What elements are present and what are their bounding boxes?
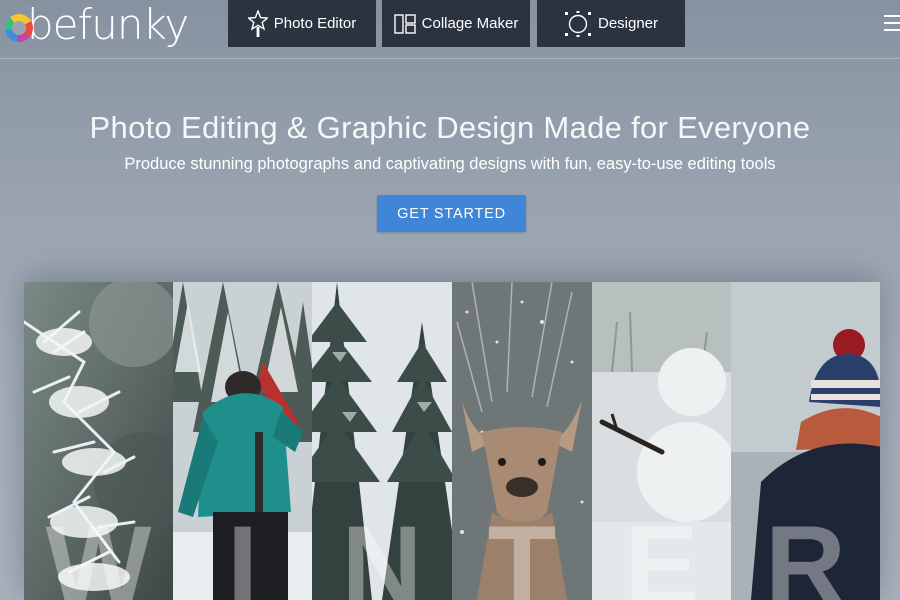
collage-grid-icon [393, 13, 416, 34]
collage-panel-deer: T [452, 282, 592, 600]
tab-photo-editor[interactable]: Photo Editor [228, 0, 376, 47]
tab-collage-maker-label: Collage Maker [421, 15, 519, 32]
tab-collage-maker[interactable]: Collage Maker [382, 0, 530, 47]
collage-panel-snowman: E [592, 282, 731, 600]
hamburger-menu-icon[interactable] [884, 15, 900, 33]
star-wand-icon [247, 9, 268, 38]
hero-title: Photo Editing & Graphic Design Made for … [89, 110, 811, 145]
collage-panel-evergreen-trees: N [312, 282, 452, 600]
collage-panel-frost-branches: W [24, 282, 173, 600]
designer-circle-icon [564, 10, 592, 37]
tab-photo-editor-label: Photo Editor [273, 15, 357, 32]
collage-letter: R [765, 503, 846, 600]
top-navigation: befunky Photo Editor Collage Maker Desig… [0, 0, 900, 58]
collage-letter: N [341, 503, 423, 600]
tab-designer[interactable]: Designer [537, 0, 685, 47]
collage-letter: T [487, 503, 557, 600]
hero-subtitle: Produce stunning photographs and captiva… [124, 155, 776, 173]
collage-letter: W [45, 503, 152, 600]
collage-panel-hiker-with-sled: I [173, 282, 312, 600]
collage-letter: E [624, 503, 699, 600]
winter-photo-collage: W I N T E R [24, 282, 880, 600]
header-divider [0, 58, 900, 59]
collage-panel-knit-hat-person: R [731, 282, 880, 600]
collage-letter: I [226, 503, 259, 600]
logo-text: befunky [27, 0, 189, 49]
color-wheel-logo-icon [5, 14, 33, 42]
befunky-logo[interactable]: befunky [5, 0, 189, 49]
get-started-button[interactable]: GET STARTED [377, 195, 526, 232]
tab-designer-label: Designer [597, 15, 659, 32]
